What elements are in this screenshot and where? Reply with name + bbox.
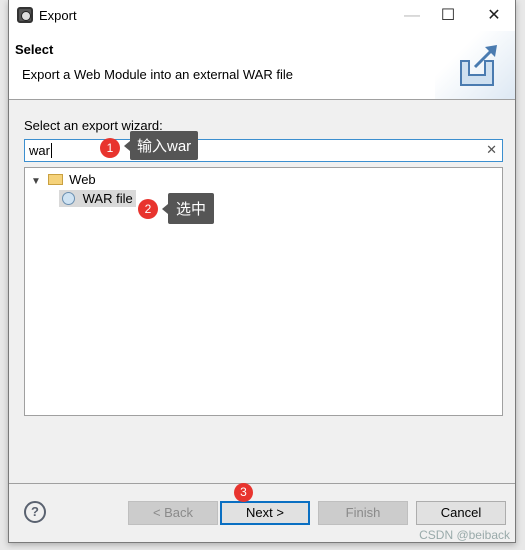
page-description: Export a Web Module into an external WAR…: [22, 67, 293, 82]
annotation-badge-2: 2: [138, 199, 158, 219]
tree-node-label: WAR file: [82, 191, 133, 206]
wizard-filter-input[interactable]: war ✕: [24, 139, 503, 162]
cancel-button[interactable]: Cancel: [416, 501, 506, 525]
filter-value: war: [29, 143, 50, 158]
next-button[interactable]: Next >: [220, 501, 310, 525]
watermark: CSDN @beiback: [419, 528, 510, 542]
footer-divider: [9, 483, 515, 484]
eclipse-app-icon: [17, 7, 33, 23]
wizard-tree[interactable]: ▼ Web WAR file: [24, 167, 503, 416]
war-file-icon: [62, 192, 75, 205]
finish-button[interactable]: Finish: [318, 501, 408, 525]
tree-node-war-file[interactable]: WAR file: [59, 190, 136, 207]
wizard-header: Select Export a Web Module into an exter…: [9, 31, 515, 100]
tree-node-web[interactable]: ▼ Web: [31, 172, 96, 187]
annotation-badge-1: 1: [100, 138, 120, 158]
annotation-badge-3: 3: [234, 483, 253, 502]
help-icon[interactable]: ?: [24, 501, 46, 523]
annotation-tooltip-2: 选中: [161, 193, 215, 224]
maximize-icon[interactable]: ☐: [433, 4, 463, 28]
window-title: Export: [39, 8, 77, 23]
tree-node-label: Web: [69, 172, 96, 187]
title-bar: Export — ☐ ✕: [9, 0, 515, 31]
clear-icon[interactable]: ✕: [486, 142, 497, 158]
close-icon[interactable]: ✕: [479, 4, 509, 28]
folder-open-icon: [47, 174, 63, 185]
export-dialog: Export — ☐ ✕ Select Export a Web Module …: [8, 0, 516, 543]
minimize-icon[interactable]: —: [397, 4, 427, 28]
page-title: Select: [15, 42, 54, 57]
annotation-tooltip-1: 输入war: [123, 131, 199, 160]
export-wizard-icon: [435, 31, 515, 99]
back-button[interactable]: < Back: [128, 501, 218, 525]
chevron-down-icon[interactable]: ▼: [31, 176, 41, 187]
